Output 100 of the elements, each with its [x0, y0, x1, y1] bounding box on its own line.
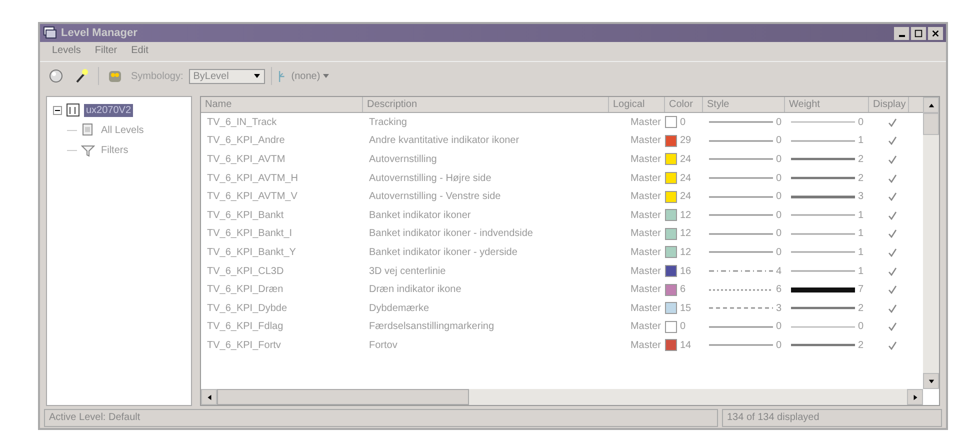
table-cell-text: Dybdemærke	[368, 302, 430, 314]
menu-item[interactable]: Edit	[131, 45, 148, 58]
line-weight-sample	[791, 249, 855, 256]
table-cell-text: Master	[629, 266, 662, 277]
line-style-sample	[709, 286, 773, 293]
menu-item[interactable]: Levels	[52, 45, 81, 58]
close-button[interactable]	[928, 26, 943, 40]
table-cell: 3	[776, 302, 782, 314]
table-cell: 2	[858, 302, 864, 314]
table-cell-text: Master	[629, 302, 662, 314]
filter-dropdown[interactable]: (none)	[278, 68, 330, 84]
left-arrow-icon	[206, 394, 212, 400]
display-count-status: 134 of 134 displayed	[722, 409, 942, 427]
tree-item[interactable]: Filters	[99, 144, 130, 156]
table-cell-text: TV_6_KPI_Fdlag	[206, 321, 284, 332]
table-cell-text: Master	[629, 340, 662, 351]
table-cell-text: Master	[629, 135, 662, 146]
table-cell-text: TV_6_KPI_Bankt_Y	[206, 246, 297, 258]
line-weight-sample	[791, 119, 855, 126]
line-weight-sample	[791, 342, 855, 348]
table-cell-text: TV_6_KPI_Bankt_I	[206, 228, 294, 240]
table-cell-text: TV_6_KPI_Fortv	[206, 340, 282, 351]
horizontal-scrollbar[interactable]	[201, 389, 923, 405]
table-cell-text: Master	[629, 210, 662, 221]
dropdown-arrow-icon	[253, 72, 262, 80]
table-cell-text: Dræn indikator ikone	[368, 284, 462, 296]
column-header[interactable]: Display	[869, 97, 909, 112]
table-cell: 29	[680, 135, 692, 146]
table-cell: 24	[680, 191, 692, 202]
table-cell-text: TV_6_KPI_AVTM_V	[206, 191, 298, 202]
table-cell: 2	[858, 172, 864, 184]
column-header[interactable]: Color	[665, 97, 703, 112]
scroll-up-button[interactable]	[923, 97, 939, 113]
column-header[interactable]: Name	[201, 97, 363, 112]
line-style-sample	[709, 268, 773, 274]
table-cell-text: Banket indikator ikoner	[368, 210, 472, 221]
column-header[interactable]: Style	[703, 97, 785, 112]
scroll-left-button[interactable]	[201, 389, 217, 405]
table-cell: 0	[776, 228, 782, 240]
table-cell: 0	[776, 116, 782, 128]
line-weight-sample	[791, 156, 855, 162]
line-style-sample	[709, 119, 773, 126]
table-cell-text: TV_6_KPI_AVTM_H	[206, 172, 299, 184]
column-header[interactable]: Weight	[785, 97, 869, 112]
table-cell: 7	[858, 284, 864, 296]
table-cell: 12	[680, 246, 692, 258]
table-cell: 1	[858, 228, 864, 240]
line-style-sample	[709, 249, 773, 256]
tree-item[interactable]: All Levels	[99, 124, 146, 136]
line-style-sample	[709, 156, 773, 162]
table-cell-text: Master	[629, 172, 662, 184]
table-cell-text: Master	[629, 246, 662, 258]
table-cell: 0	[776, 246, 782, 258]
table-cell: 2	[858, 340, 864, 351]
table-cell-text: Færdselsanstillingmarkering	[368, 321, 496, 332]
table-cell: 12	[680, 228, 692, 240]
symbology-dropdown[interactable]: ByLevel	[189, 68, 266, 84]
table-cell: 0	[776, 191, 782, 202]
table-cell: 0	[776, 154, 782, 165]
scroll-down-button[interactable]	[923, 373, 939, 389]
line-weight-sample	[791, 324, 855, 330]
line-weight-sample	[791, 230, 855, 237]
line-style-sample	[709, 230, 773, 237]
window-title: Level Manager	[61, 27, 138, 39]
scroll-thumb[interactable]	[923, 113, 939, 135]
table-cell: 0	[858, 116, 864, 128]
table-cell: 0	[680, 116, 686, 128]
table-cell-text: Master	[629, 191, 662, 202]
column-header[interactable]: Description	[363, 97, 609, 112]
table-cell-text: Master	[629, 228, 662, 240]
table-cell-text: TV_6_KPI_Dræn	[206, 284, 284, 296]
vertical-scrollbar[interactable]	[923, 97, 939, 389]
menu-item[interactable]: Filter	[94, 45, 118, 58]
up-arrow-icon	[928, 102, 934, 108]
maximize-button[interactable]	[911, 26, 926, 40]
line-style-sample	[709, 175, 773, 182]
minimize-icon	[898, 34, 904, 36]
minimize-button[interactable]	[894, 26, 909, 40]
table-cell: 0	[776, 172, 782, 184]
table-cell: 24	[680, 154, 692, 165]
column-header[interactable]: Logical	[609, 97, 665, 112]
table-cell-text: Fortov	[368, 340, 398, 351]
scroll-right-button[interactable]	[907, 389, 923, 405]
line-weight-sample	[791, 305, 855, 312]
maximize-icon	[914, 28, 923, 38]
tree-item[interactable]: ux2070V2	[84, 104, 134, 116]
line-style-sample	[709, 305, 773, 312]
down-arrow-icon	[928, 378, 934, 384]
table-cell: 15	[680, 302, 692, 314]
line-weight-sample	[791, 194, 855, 200]
table-cell-text: Master	[629, 154, 662, 165]
right-arrow-icon	[912, 394, 918, 400]
scroll-thumb[interactable]	[217, 389, 469, 405]
table-cell-text: Autovernstilling - Venstre side	[368, 191, 502, 202]
table-cell-text: Autovernstilling	[368, 154, 438, 165]
table-cell-text: Tracking	[368, 116, 408, 128]
table-cell: 6	[776, 284, 782, 296]
line-style-sample	[709, 324, 773, 330]
table-cell: 6	[680, 284, 686, 296]
line-style-sample	[709, 212, 773, 218]
